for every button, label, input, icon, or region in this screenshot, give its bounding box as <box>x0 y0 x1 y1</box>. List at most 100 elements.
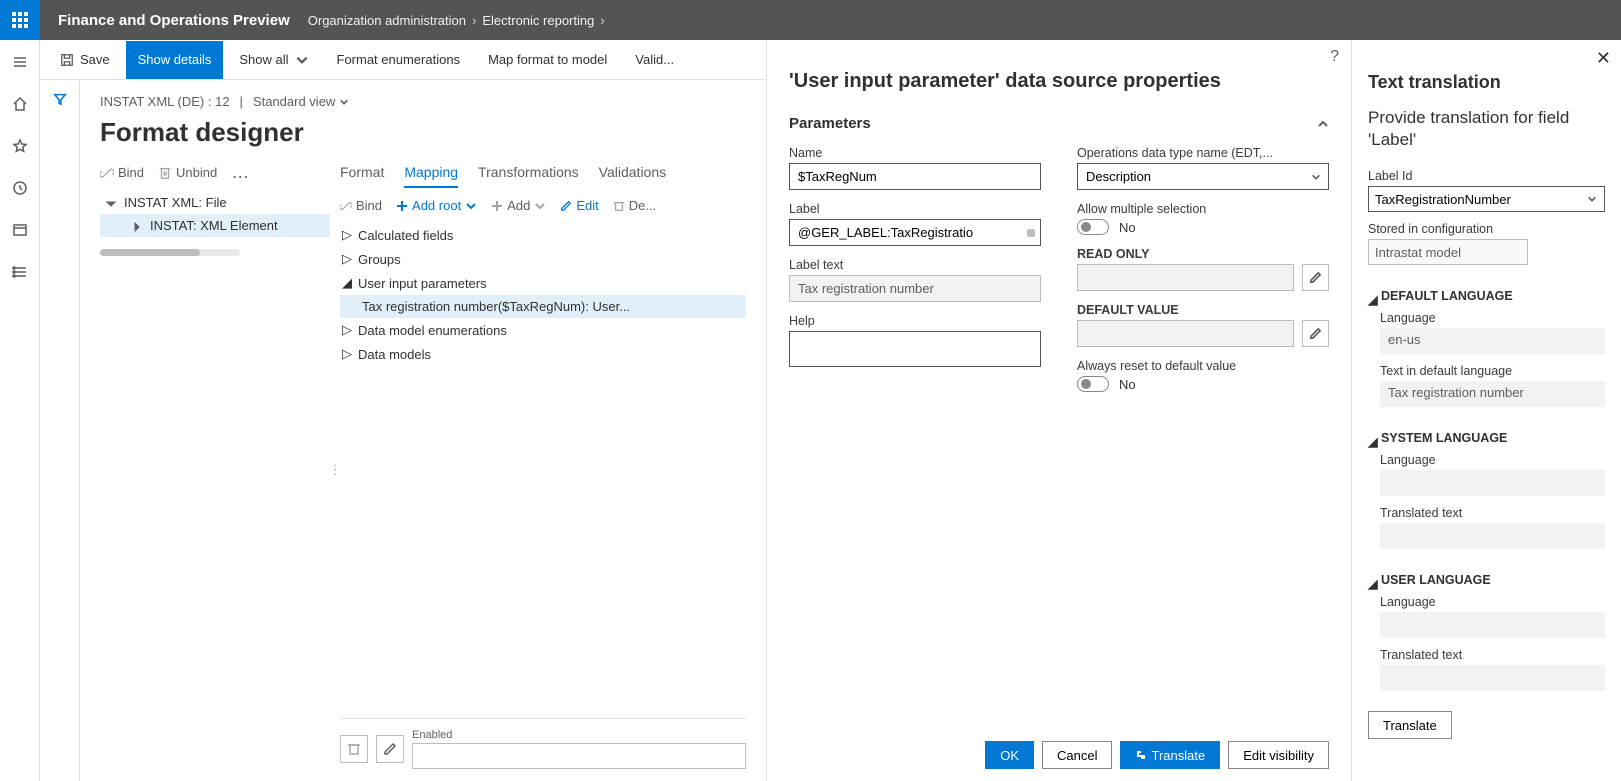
format-tree-toolbar: Bind Unbind … <box>100 158 330 191</box>
tab-transformations[interactable]: Transformations <box>478 158 579 188</box>
tab-mapping[interactable]: Mapping <box>404 158 458 188</box>
user-language-group[interactable]: ◢USER LANGUAGE <box>1368 573 1605 587</box>
enabled-label: Enabled <box>412 729 746 741</box>
app-title: Finance and Operations Preview <box>40 12 308 29</box>
home-icon[interactable] <box>4 88 36 120</box>
tree-node-root[interactable]: INSTAT XML: File <box>100 191 330 214</box>
tab-validations[interactable]: Validations <box>599 158 666 188</box>
recent-icon[interactable] <box>4 172 36 204</box>
readonly-input <box>1077 264 1294 291</box>
expand-icon <box>132 220 144 232</box>
edt-select[interactable] <box>1077 163 1329 190</box>
help-textarea[interactable] <box>789 331 1041 367</box>
data-source-tree: ▷Calculated fields ▷Groups ◢User input p… <box>340 223 746 366</box>
left-nav-rail <box>0 40 40 781</box>
always-reset-label: Always reset to default value <box>1077 359 1329 373</box>
section-parameters[interactable]: Parameters <box>789 115 1329 132</box>
bind-button[interactable]: Bind <box>100 165 144 180</box>
edit-icon-button[interactable] <box>376 735 404 763</box>
user-lang-value <box>1380 612 1605 638</box>
ds-node[interactable]: ▷Groups <box>340 247 746 271</box>
format-enumerations-button[interactable]: Format enumerations <box>325 41 473 79</box>
breadcrumb: Organization administration › Electronic… <box>308 13 605 28</box>
show-all-button[interactable]: Show all <box>227 41 320 79</box>
mapping-toolbar: Bind Add root Add <box>340 198 746 213</box>
close-icon[interactable]: ✕ <box>1596 48 1611 69</box>
designer-tabs: Format Mapping Transformations Validatio… <box>340 158 746 188</box>
default-value-input <box>1077 320 1294 347</box>
filter-button[interactable] <box>40 80 80 781</box>
command-bar: Save Show details Show all Format enumer… <box>40 40 766 80</box>
horizontal-scrollbar[interactable] <box>100 249 240 256</box>
translate-button[interactable]: Translate <box>1120 741 1220 769</box>
label-text-input <box>789 275 1041 302</box>
ds-node[interactable]: ▷Calculated fields <box>340 223 746 247</box>
default-text-label: Text in default language <box>1380 364 1605 378</box>
translation-subheading: Provide translation for field 'Label' <box>1368 107 1605 151</box>
collapse-icon <box>106 197 118 209</box>
breadcrumb-item[interactable]: Electronic reporting <box>482 13 594 28</box>
validate-button[interactable]: Valid... <box>623 41 686 79</box>
label-id-select[interactable] <box>1368 186 1605 212</box>
default-language-group[interactable]: ◢DEFAULT LANGUAGE <box>1368 289 1605 303</box>
stored-input <box>1368 239 1528 265</box>
map-format-to-model-button[interactable]: Map format to model <box>476 41 619 79</box>
translate-action-button[interactable]: Translate <box>1368 711 1452 739</box>
tab-format[interactable]: Format <box>340 158 384 188</box>
name-input[interactable] <box>789 163 1041 190</box>
header-bar: Finance and Operations Preview Organizat… <box>0 0 1621 40</box>
default-lang-value: en-us <box>1380 328 1605 354</box>
tree-node-child[interactable]: INSTAT: XML Element <box>100 214 330 237</box>
help-icon[interactable]: ? <box>1330 48 1339 66</box>
system-text-value <box>1380 523 1605 549</box>
save-button[interactable]: Save <box>48 41 122 79</box>
show-details-button[interactable]: Show details <box>126 41 224 79</box>
edit-button[interactable]: Edit <box>560 198 598 213</box>
document-name: INSTAT XML (DE) : 12 <box>100 94 230 109</box>
allow-multi-value: No <box>1119 220 1136 235</box>
menu-icon[interactable] <box>4 46 36 78</box>
ds-node[interactable]: ▷Data model enumerations <box>340 318 746 342</box>
always-reset-toggle[interactable] <box>1077 376 1109 392</box>
name-label: Name <box>789 146 1041 160</box>
ds-node[interactable]: ◢User input parameters <box>340 271 746 295</box>
delete-button[interactable]: De... <box>613 198 656 213</box>
app-launcher-icon[interactable] <box>0 0 40 40</box>
add-root-button[interactable]: Add root <box>396 198 477 213</box>
allow-multi-toggle[interactable] <box>1077 219 1109 235</box>
user-text-value <box>1380 665 1605 691</box>
unbind-button[interactable]: Unbind <box>158 165 217 180</box>
translation-heading: Text translation <box>1368 72 1605 93</box>
breadcrumb-item[interactable]: Organization administration <box>308 13 466 28</box>
translation-panel: ✕ Text translation Provide translation f… <box>1351 40 1621 781</box>
bind-button[interactable]: Bind <box>340 198 382 213</box>
system-lang-label: Language <box>1380 453 1605 467</box>
panel-title: 'User input parameter' data source prope… <box>789 70 1329 93</box>
always-reset-value: No <box>1119 377 1136 392</box>
cancel-button[interactable]: Cancel <box>1042 741 1112 769</box>
ok-button[interactable]: OK <box>985 741 1034 769</box>
workspaces-icon[interactable] <box>4 214 36 246</box>
locale-indicator-icon[interactable] <box>1027 229 1035 237</box>
default-text-value: Tax registration number <box>1380 381 1605 407</box>
ds-node-selected[interactable]: Tax registration number($TaxRegNum): Use… <box>340 295 746 318</box>
edit-readonly-button[interactable] <box>1302 264 1329 291</box>
more-actions-icon[interactable]: … <box>231 162 249 183</box>
stored-label: Stored in configuration <box>1368 222 1605 236</box>
label-input[interactable] <box>789 219 1041 246</box>
edit-default-value-button[interactable] <box>1302 320 1329 347</box>
delete-icon-button[interactable] <box>340 735 368 763</box>
default-value-label: DEFAULT VALUE <box>1077 303 1329 317</box>
ds-node[interactable]: ▷Data models <box>340 342 746 366</box>
edt-label: Operations data type name (EDT,... <box>1077 146 1329 160</box>
star-icon[interactable] <box>4 130 36 162</box>
add-button[interactable]: Add <box>491 198 546 213</box>
split-handle[interactable]: ⋮ <box>330 158 340 781</box>
modules-icon[interactable] <box>4 256 36 288</box>
system-language-group[interactable]: ◢SYSTEM LANGUAGE <box>1368 431 1605 445</box>
enabled-input[interactable] <box>412 743 746 769</box>
system-text-label: Translated text <box>1380 506 1605 520</box>
edit-visibility-button[interactable]: Edit visibility <box>1228 741 1329 769</box>
view-selector[interactable]: Standard view <box>253 94 349 109</box>
label-label: Label <box>789 202 1041 216</box>
